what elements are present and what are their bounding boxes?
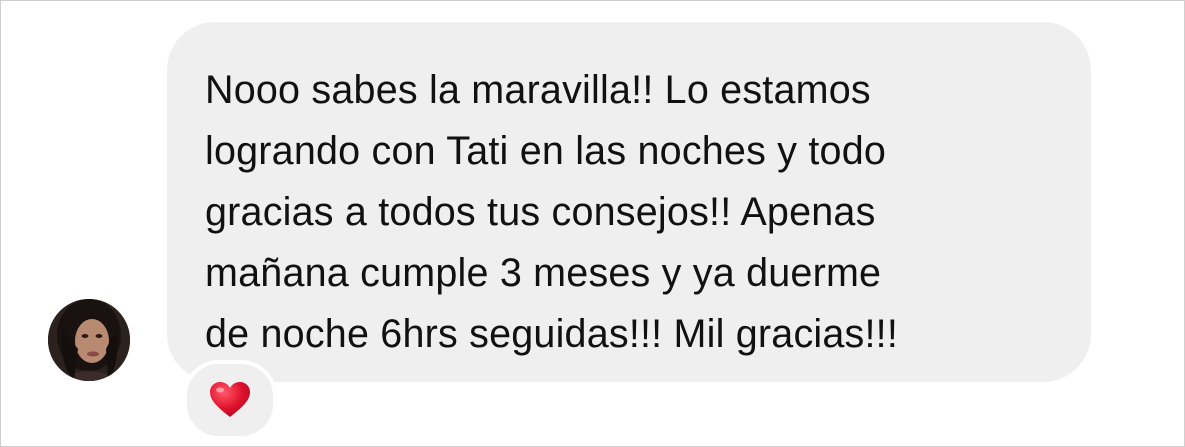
avatar[interactable] xyxy=(48,299,130,381)
message-line: Nooo sabes la maravilla!! Lo estamos xyxy=(205,68,871,112)
message-bubble[interactable]: Nooo sabes la maravilla!! Lo estamos log… xyxy=(167,22,1091,382)
message-line: logrando con Tati en las noches y todo xyxy=(205,129,887,173)
message-line: de noche 6hrs seguidas!!! Mil gracias!!! xyxy=(205,312,899,356)
message-line: mañana cumple 3 meses y ya duerme xyxy=(205,251,882,295)
message-text: Nooo sabes la maravilla!! Lo estamos log… xyxy=(205,60,1061,365)
reaction-badge[interactable] xyxy=(183,360,277,440)
message-line: gracias a todos tus consejos!! Apenas xyxy=(205,190,876,234)
avatar-photo xyxy=(48,299,130,381)
heart-icon xyxy=(210,382,250,417)
